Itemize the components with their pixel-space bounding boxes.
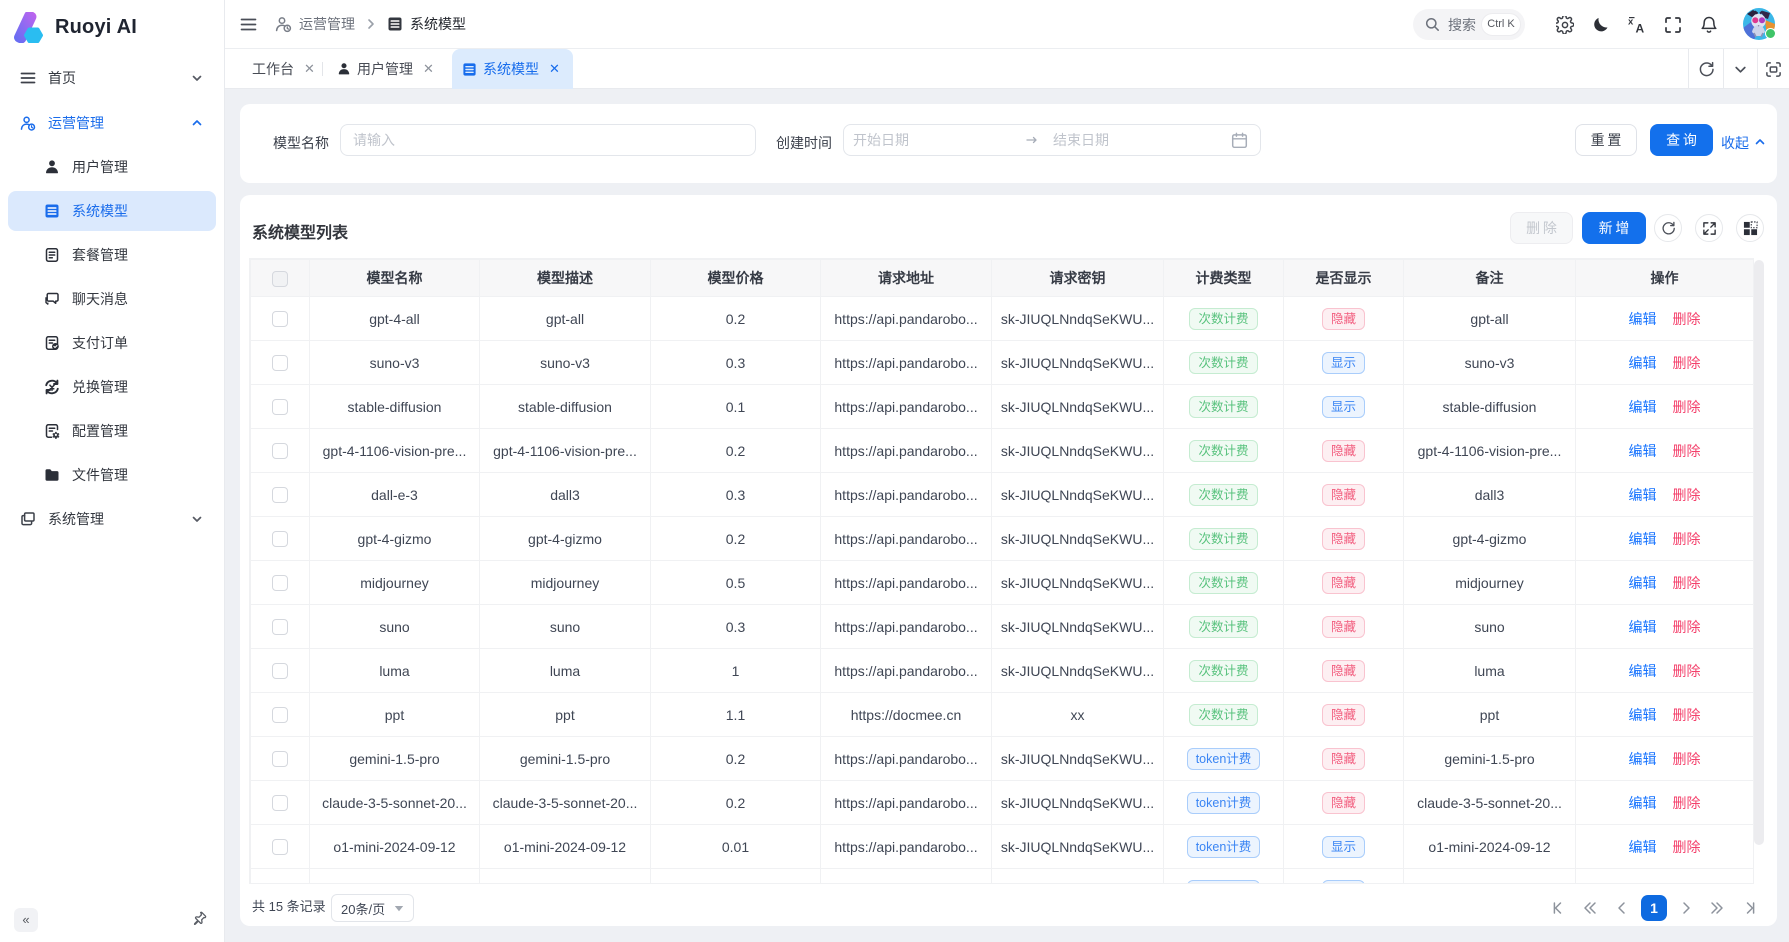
svg-text:A: A [1636,22,1645,35]
